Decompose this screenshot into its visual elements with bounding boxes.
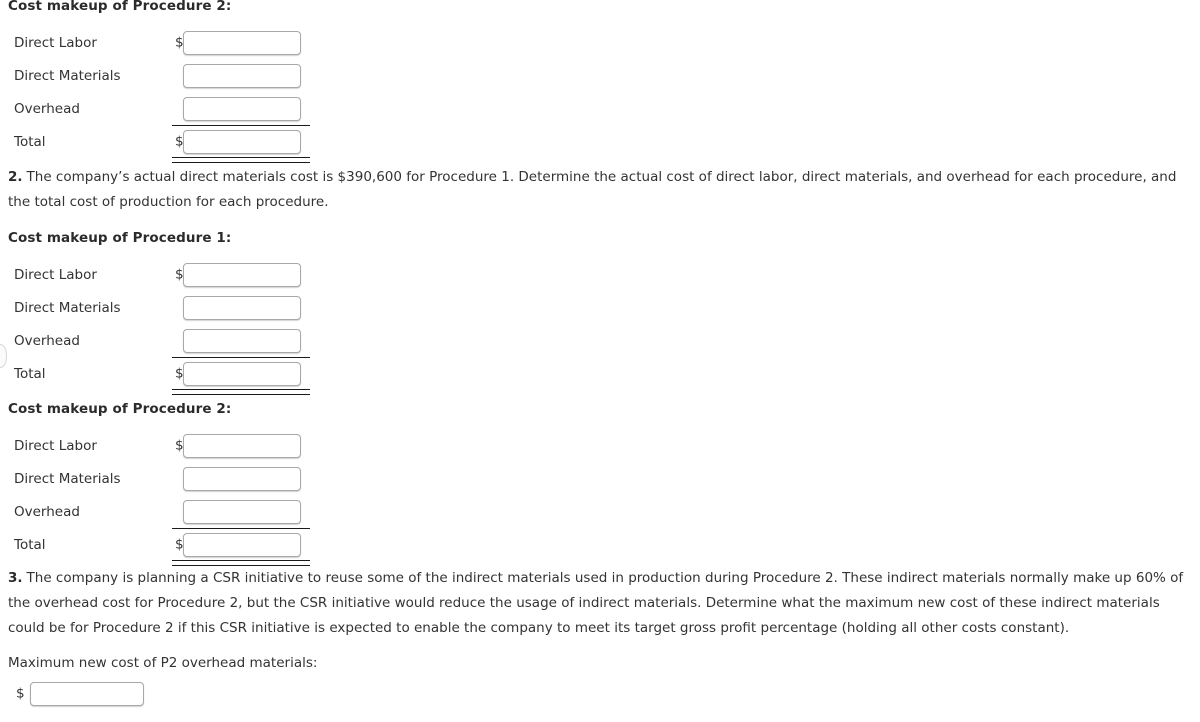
cost-row: Overhead xyxy=(0,92,1200,126)
section-heading-top: Cost makeup of Procedure 2: xyxy=(8,0,232,14)
section-heading-procedure-1: Cost makeup of Procedure 1: xyxy=(8,230,232,246)
cost-row-total: Total $ xyxy=(0,357,1200,395)
question-2: 2. The company’s actual direct materials … xyxy=(8,165,1188,215)
worksheet-page: Cost makeup of Procedure 2: Direct Labor… xyxy=(0,0,1200,722)
dollar-sign: $ xyxy=(16,685,25,702)
direct-materials-input[interactable] xyxy=(183,63,301,88)
total-rule xyxy=(172,389,310,395)
cost-table-procedure-1: Direct Labor $ Direct Materials Overhead… xyxy=(0,258,1200,395)
cost-block-procedure-1: Cost makeup of Procedure 1: Direct Labor… xyxy=(0,230,1200,395)
cost-row: Overhead xyxy=(0,495,1200,529)
cost-row-label: Total xyxy=(14,365,46,382)
question-3-number: 3. xyxy=(8,570,23,586)
cost-row-label: Overhead xyxy=(14,503,80,520)
total-input[interactable] xyxy=(183,361,301,386)
cost-row-label: Direct Labor xyxy=(14,34,97,51)
cost-table-top: Direct Labor $ Direct Materials Overhead… xyxy=(0,26,1200,163)
overhead-input[interactable] xyxy=(183,328,301,353)
cost-row-label: Direct Materials xyxy=(14,67,121,84)
cost-row-label: Overhead xyxy=(14,332,80,349)
direct-materials-input[interactable] xyxy=(183,295,301,320)
overhead-input[interactable] xyxy=(183,96,301,121)
cost-row-label: Overhead xyxy=(14,100,80,117)
cost-block-procedure-2: Cost makeup of Procedure 2: Direct Labor… xyxy=(0,401,1200,566)
total-input[interactable] xyxy=(183,532,301,557)
cost-row-label: Direct Labor xyxy=(14,437,97,454)
cost-row: Direct Labor $ xyxy=(0,26,1200,59)
max-new-cost-input[interactable] xyxy=(30,682,144,706)
total-rule xyxy=(172,157,310,163)
question-2-text: The company’s actual direct materials co… xyxy=(8,169,1177,210)
final-answer-row: $ xyxy=(8,679,608,709)
question-2-number: 2. xyxy=(8,169,23,185)
direct-materials-input[interactable] xyxy=(183,466,301,491)
direct-labor-input[interactable] xyxy=(183,30,301,55)
cost-row-total: Total $ xyxy=(0,125,1200,163)
cost-block-top: Cost makeup of Procedure 2: Direct Labor… xyxy=(0,0,1200,163)
cost-row: Direct Materials xyxy=(0,462,1200,495)
cost-table-procedure-2: Direct Labor $ Direct Materials Overhead… xyxy=(0,429,1200,566)
overhead-input[interactable] xyxy=(183,499,301,524)
cost-row: Direct Materials xyxy=(0,291,1200,324)
section-heading-procedure-2: Cost makeup of Procedure 2: xyxy=(8,401,232,417)
question-3-text: The company is planning a CSR initiative… xyxy=(8,570,1184,636)
cost-row: Direct Labor $ xyxy=(0,258,1200,291)
cost-row-label: Direct Materials xyxy=(14,470,121,487)
direct-labor-input[interactable] xyxy=(183,433,301,458)
cost-row-label: Total xyxy=(14,536,46,553)
cost-row-label: Total xyxy=(14,133,46,150)
cost-row-label: Direct Materials xyxy=(14,299,121,316)
cost-row: Overhead xyxy=(0,324,1200,358)
total-input[interactable] xyxy=(183,129,301,154)
final-answer-label: Maximum new cost of P2 overhead material… xyxy=(8,655,318,671)
question-3: 3. The company is planning a CSR initiati… xyxy=(8,566,1193,641)
cost-row: Direct Labor $ xyxy=(0,429,1200,462)
cost-row-label: Direct Labor xyxy=(14,266,97,283)
cost-row-total: Total $ xyxy=(0,528,1200,566)
cost-row: Direct Materials xyxy=(0,59,1200,92)
final-answer-block: Maximum new cost of P2 overhead material… xyxy=(8,655,608,709)
direct-labor-input[interactable] xyxy=(183,262,301,287)
